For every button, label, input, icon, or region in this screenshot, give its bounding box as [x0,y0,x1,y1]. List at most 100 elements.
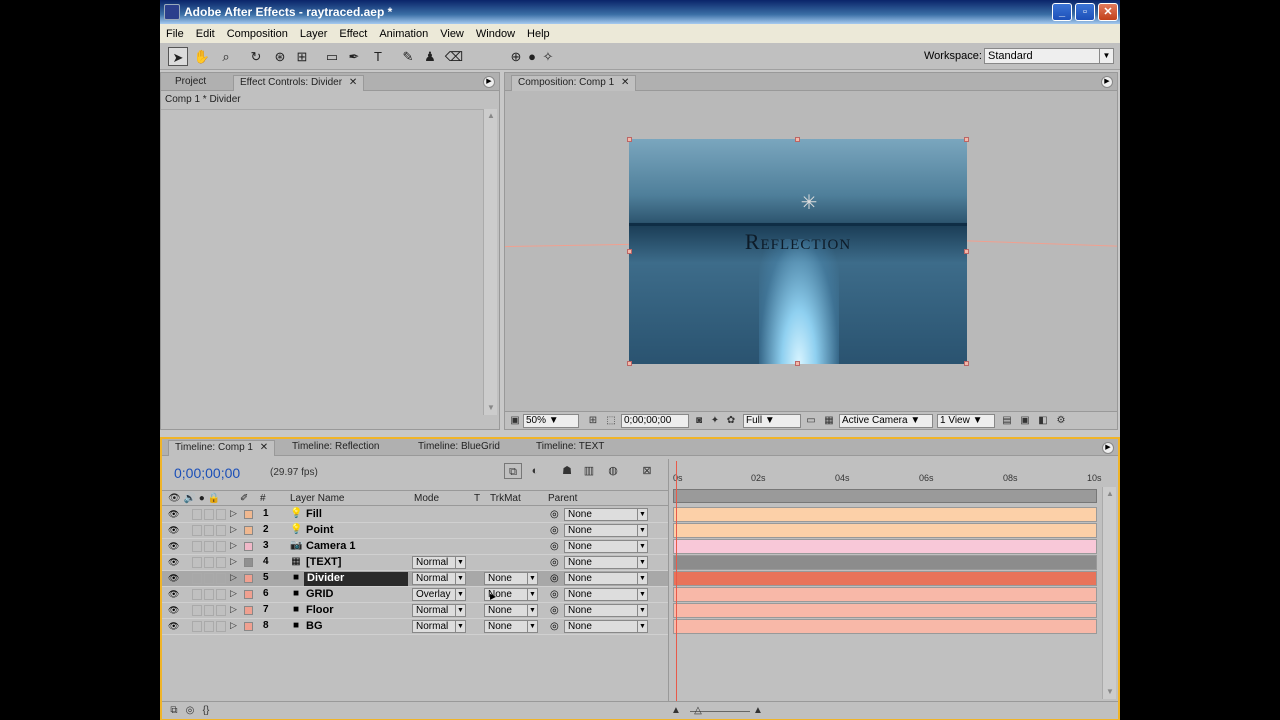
label-color-swatch[interactable] [244,542,253,551]
solo-toggle[interactable] [204,541,214,552]
solo-toggle[interactable] [204,621,214,632]
zoom-slider-thumb-icon[interactable]: △ [692,705,704,717]
layer-row[interactable]: 👁 ▷ 5 ■ Divider Normal ▼ None ▼ ◎ None ▼ [162,571,668,587]
visibility-eye-icon[interactable]: 👁 [168,525,179,535]
layer-row[interactable]: 👁 ▷ 6 ■ GRID Overlay ▼ None ▼ ◎ None ▼ [162,587,668,603]
scroll-up-icon[interactable]: ▲ [1105,489,1115,499]
layer-name[interactable]: Fill [306,508,322,520]
pick-whip-icon[interactable]: ◎ [550,621,559,632]
layer-row[interactable]: 👁 ▷ 8 ■ BG Normal ▼ None ▼ ◎ None ▼ [162,619,668,635]
tab-timeline-text[interactable]: Timeline: TEXT [530,440,610,456]
blend-mode-select[interactable]: Normal ▼ [412,572,466,585]
layer-row[interactable]: 👁 ▷ 1 💡 Fill ◎ None ▼ [162,507,668,523]
audio-toggle[interactable] [192,541,202,552]
pick-whip-icon[interactable]: ◎ [550,605,559,616]
audio-toggle[interactable] [192,557,202,568]
toggle-pixel-aspect-icon[interactable]: ▤ [1001,415,1013,427]
layer-name[interactable]: [TEXT] [306,556,341,568]
work-area-bar[interactable] [673,489,1097,503]
layer-duration-bar[interactable] [673,555,1097,570]
expand-triangle-icon[interactable]: ▷ [230,524,237,535]
light-point-icon[interactable]: ✳ [797,191,821,215]
close-icon[interactable]: ✕ [621,77,629,88]
solo-toggle[interactable] [204,605,214,616]
lock-toggle[interactable] [216,573,226,584]
audio-toggle[interactable] [192,525,202,536]
parent-select[interactable]: None ▼ [564,604,648,617]
zoom-tool-icon[interactable]: ⌕ [216,47,236,66]
label-color-swatch[interactable] [244,574,253,583]
view-layout-select[interactable]: 1 View ▼ [937,414,995,428]
maximize-button[interactable]: ▫ [1075,3,1095,21]
close-button[interactable]: ✕ [1098,3,1118,21]
parent-select[interactable]: None ▼ [564,524,648,537]
parent-select[interactable]: None ▼ [564,556,648,569]
selection-tool-icon[interactable]: ➤ [168,47,188,66]
expand-triangle-icon[interactable]: ▷ [230,604,237,615]
always-preview-icon[interactable]: ▣ [509,415,521,427]
hand-tool-icon[interactable]: ✋ [192,47,212,66]
rectangle-mask-tool-icon[interactable]: ▭ [322,47,342,66]
blend-mode-select[interactable]: Normal ▼ [412,620,466,633]
scroll-down-icon[interactable]: ▼ [486,403,496,413]
audio-toggle[interactable] [192,509,202,520]
panel-menu-icon[interactable]: ▶ [1101,76,1113,88]
layer-duration-bar[interactable] [673,539,1097,554]
menu-file[interactable]: File [166,28,184,40]
region-of-interest-icon[interactable]: ▭ [805,415,817,427]
layer-handle[interactable] [964,361,969,366]
lock-toggle[interactable] [216,589,226,600]
tab-timeline-reflection[interactable]: Timeline: Reflection [286,440,385,456]
visibility-eye-icon[interactable]: 👁 [168,557,179,567]
solo-toggle[interactable] [204,509,214,520]
layer-handle[interactable] [964,137,969,142]
minimize-button[interactable]: _ [1052,3,1072,21]
lock-toggle[interactable] [216,541,226,552]
pick-whip-icon[interactable]: ◎ [550,573,559,584]
layer-handle[interactable] [627,137,632,142]
tab-effect-controls[interactable]: Effect Controls: Divider ✕ [233,75,365,91]
pick-whip-icon[interactable]: ◎ [550,557,559,568]
layer-handle[interactable] [795,361,800,366]
label-color-swatch[interactable] [244,526,253,535]
toggle-modes-icon[interactable]: ◎ [184,705,196,717]
menu-window[interactable]: Window [476,28,515,40]
pick-whip-icon[interactable]: ◎ [550,525,559,536]
visibility-eye-icon[interactable]: 👁 [168,589,179,599]
show-snapshot-icon[interactable]: ✦ [709,415,721,427]
orbit-camera-tool-icon[interactable]: ⊛ [270,47,290,66]
snapshot-icon[interactable]: ◙ [693,415,705,427]
current-time-field[interactable]: 0;00;00;00 [621,414,689,428]
panel-menu-icon[interactable]: ▶ [483,76,495,88]
shy-layers-icon[interactable]: ☗ [558,463,576,479]
transparency-grid-icon[interactable]: ▦ [823,415,835,427]
timeline-icon[interactable]: ◧ [1037,415,1049,427]
layer-handle[interactable] [964,249,969,254]
draft-3d-icon[interactable]: ◐ [526,463,544,479]
visibility-eye-icon[interactable]: 👁 [168,621,179,631]
graph-editor-icon[interactable]: ⊠ [638,463,656,479]
view-axis-icon[interactable]: ✧ [538,47,558,66]
pick-whip-icon[interactable]: ◎ [550,589,559,600]
layer-name[interactable]: Divider [304,572,408,586]
expand-triangle-icon[interactable]: ▷ [230,588,237,599]
camera-view-select[interactable]: Active Camera ▼ [839,414,933,428]
lock-toggle[interactable] [216,557,226,568]
layer-duration-bar[interactable] [673,587,1097,602]
timeline-current-time[interactable]: 0;00;00;00 [174,465,240,481]
composition-viewer[interactable]: ✳ Reflection [505,91,1117,411]
audio-toggle[interactable] [192,621,202,632]
pick-whip-icon[interactable]: ◎ [550,541,559,552]
expand-collapse-icon[interactable]: {} [200,705,212,717]
layer-name[interactable]: GRID [306,588,334,600]
lock-toggle[interactable] [216,621,226,632]
visibility-eye-icon[interactable]: 👁 [168,541,179,551]
layer-duration-bar[interactable] [673,571,1097,586]
tab-composition[interactable]: Composition: Comp 1 ✕ [511,75,637,91]
layer-name[interactable]: Point [306,524,334,536]
blend-mode-select[interactable]: Overlay ▼ [412,588,466,601]
menu-layer[interactable]: Layer [300,28,328,40]
timeline-scrollbar[interactable]: ▲ ▼ [1102,487,1116,699]
layer-handle[interactable] [627,249,632,254]
parent-select[interactable]: None ▼ [564,508,648,521]
